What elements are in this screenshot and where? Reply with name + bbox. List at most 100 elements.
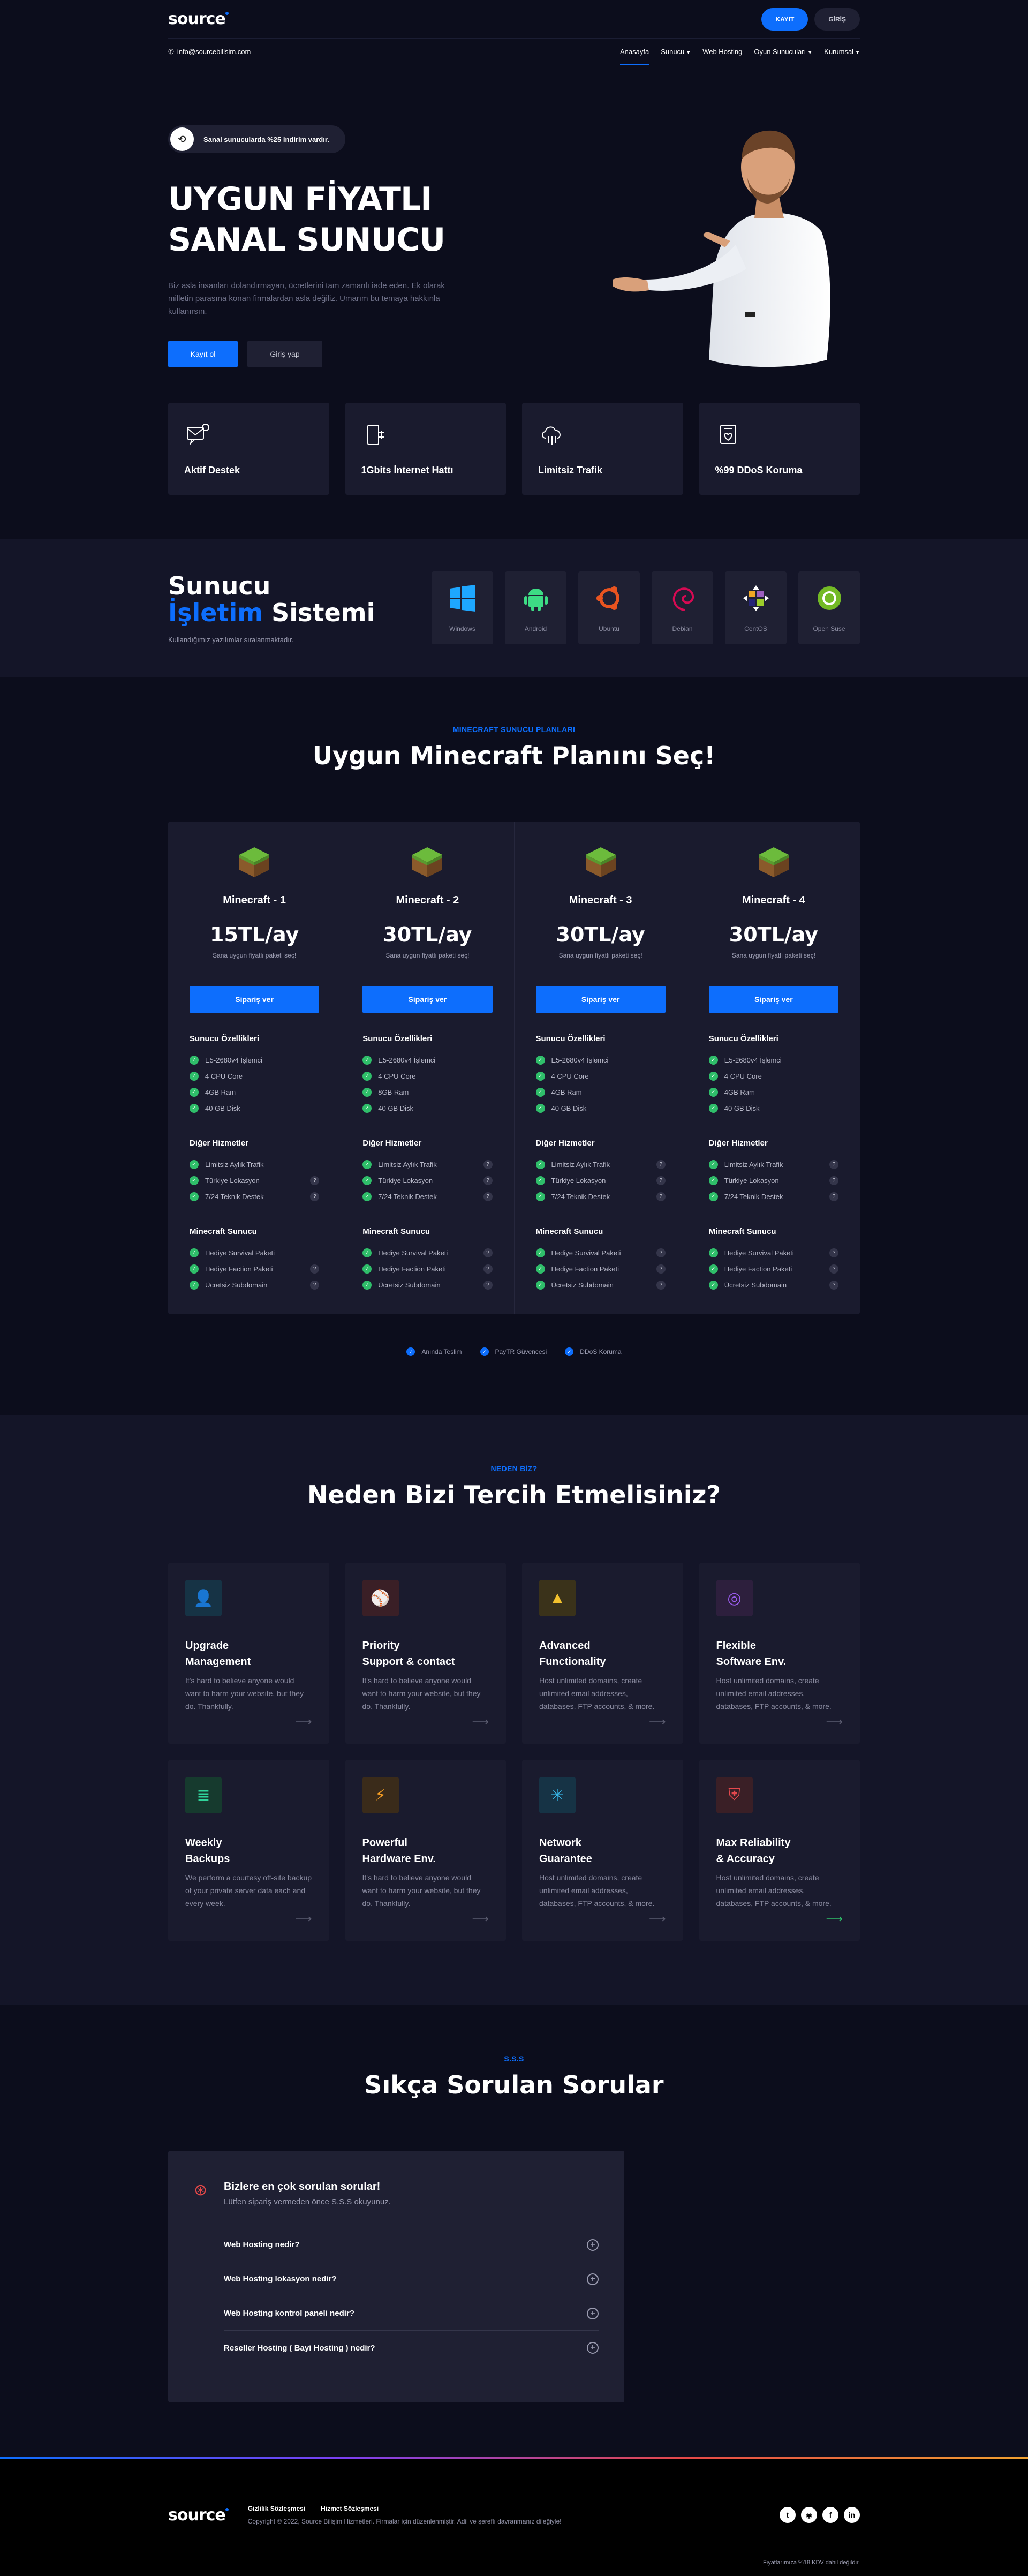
help-icon[interactable]: ? <box>483 1248 493 1257</box>
help-icon[interactable]: ? <box>829 1280 838 1290</box>
help-icon[interactable]: ? <box>829 1248 838 1257</box>
plan-subtitle: Sana uygun fiyatlı paketi seç! <box>386 952 470 959</box>
plan-feature: ✓ 4 CPU Core <box>535 1068 666 1084</box>
os-item-debian[interactable]: Debian <box>652 571 713 644</box>
plans-title: Uygun Minecraft Planını Seç! <box>312 741 716 770</box>
feature-card: 1Gbits İnternet Hattı <box>345 403 506 495</box>
plus-icon[interactable]: + <box>587 2342 599 2354</box>
nav-corporate[interactable]: Kurumsal ▼ <box>824 39 860 65</box>
why-card[interactable]: 👤 Upgrade Management It's hard to believe a… <box>168 1563 329 1744</box>
arrow-right-icon[interactable]: ⟶ <box>295 1715 312 1729</box>
linkedin-icon[interactable]: in <box>844 2507 860 2523</box>
help-icon[interactable]: ? <box>829 1192 838 1201</box>
arrow-right-icon[interactable]: ⟶ <box>826 1912 843 1926</box>
feature-label: Aktif Destek <box>184 465 240 476</box>
help-icon[interactable]: ? <box>483 1159 493 1169</box>
nav-game-servers[interactable]: Oyun Sunucuları ▼ <box>754 39 812 65</box>
why-card[interactable]: ⛨ Max Reliability & Accuracy Host unlimited… <box>699 1760 860 1941</box>
check-icon: ✓ <box>708 1280 718 1290</box>
arrow-right-icon[interactable]: ⟶ <box>649 1715 666 1729</box>
check-icon: ✓ <box>565 1347 574 1356</box>
nav-home[interactable]: Anasayfa <box>619 39 649 65</box>
os-item-centos[interactable]: CentOS <box>725 571 787 644</box>
order-button[interactable]: Sipariş ver <box>190 986 320 1013</box>
shield-heart-icon <box>715 421 743 449</box>
check-icon: ✓ <box>708 1055 718 1065</box>
why-card[interactable]: ▲ Advanced Functionality Host unlimited dom… <box>522 1563 683 1744</box>
faq-item[interactable]: Web Hosting nedir? + <box>224 2228 599 2262</box>
help-icon[interactable]: ? <box>483 1192 493 1201</box>
check-icon: ✓ <box>535 1192 545 1201</box>
arrow-right-icon[interactable]: ⟶ <box>472 1715 489 1729</box>
help-icon[interactable]: ? <box>310 1176 320 1185</box>
order-button[interactable]: Sipariş ver <box>535 986 666 1013</box>
arrow-right-icon[interactable]: ⟶ <box>472 1912 489 1926</box>
help-icon[interactable]: ? <box>656 1159 666 1169</box>
help-icon[interactable]: ? <box>310 1280 320 1290</box>
help-icon[interactable]: ? <box>483 1176 493 1185</box>
plus-icon[interactable]: + <box>587 2273 599 2285</box>
faq-item[interactable]: Web Hosting kontrol paneli nedir? + <box>224 2296 599 2331</box>
help-icon[interactable]: ? <box>829 1264 838 1274</box>
why-card[interactable]: ✳ Network Guarantee Host unlimited domains,… <box>522 1760 683 1941</box>
check-icon: ✓ <box>190 1055 199 1065</box>
os-item-windows[interactable]: Windows <box>432 571 493 644</box>
check-icon: ✓ <box>535 1264 545 1274</box>
plus-icon[interactable]: + <box>587 2307 599 2319</box>
plan-feature: ✓ 7/24 Teknik Destek? <box>708 1188 838 1204</box>
arrow-right-icon[interactable]: ⟶ <box>649 1912 666 1926</box>
help-icon[interactable]: ? <box>656 1248 666 1257</box>
plan-feature: ✓ Hediye Survival Paketi? <box>708 1245 838 1261</box>
dribbble-icon[interactable]: ◉ <box>801 2507 817 2523</box>
order-button[interactable]: Sipariş ver <box>708 986 838 1013</box>
signin-button[interactable]: Giriş yap <box>247 341 322 367</box>
promo-badge[interactable]: ⟲ Sanal sunucularda %25 indirim vardır. <box>168 125 345 153</box>
order-button[interactable]: Sipariş ver <box>362 986 493 1013</box>
check-icon: ✓ <box>535 1071 545 1081</box>
help-icon[interactable]: ? <box>656 1176 666 1185</box>
nav-server[interactable]: Sunucu ▼ <box>661 39 691 65</box>
contact-email[interactable]: ✆ info@sourcebilisim.com <box>168 48 251 56</box>
privacy-link[interactable]: Gizlilik Sözleşmesi <box>247 2505 314 2512</box>
help-icon[interactable]: ? <box>656 1264 666 1274</box>
why-card[interactable]: ≣ Weekly Backups We perform a courtesy off-… <box>168 1760 329 1941</box>
help-icon[interactable]: ? <box>310 1264 320 1274</box>
terms-link[interactable]: Hizmet Sözleşmesi <box>321 2505 379 2512</box>
faq-item[interactable]: Web Hosting lokasyon nedir? + <box>224 2262 599 2296</box>
help-icon[interactable]: ? <box>483 1264 493 1274</box>
nav-web-hosting[interactable]: Web Hosting <box>702 39 742 65</box>
help-icon[interactable]: ? <box>829 1159 838 1169</box>
os-label: Android <box>524 625 547 632</box>
plus-icon[interactable]: + <box>587 2239 599 2251</box>
help-icon[interactable]: ? <box>483 1280 493 1290</box>
twitter-icon[interactable]: t <box>780 2507 796 2523</box>
help-icon[interactable]: ? <box>656 1280 666 1290</box>
login-button[interactable]: GİRİŞ <box>814 7 860 31</box>
plan-guarantees: ✓ Anında Teslim ✓ PayTR Güvencesi ✓ DDoS Ko… <box>168 1347 860 1356</box>
check-icon: ✓ <box>535 1103 545 1113</box>
minecraft-block-icon <box>237 845 271 879</box>
help-icon[interactable]: ? <box>310 1192 320 1201</box>
facebook-icon[interactable]: f <box>822 2507 838 2523</box>
register-button[interactable]: KAYIT <box>761 7 808 31</box>
help-icon[interactable]: ? <box>829 1176 838 1185</box>
help-icon[interactable]: ? <box>656 1192 666 1201</box>
site-logo[interactable]: source <box>168 10 229 28</box>
why-card[interactable]: ◎ Flexible Software Env. Host unlimited dom… <box>699 1563 860 1744</box>
os-item-ubuntu[interactable]: Ubuntu <box>578 571 640 644</box>
os-label: Debian <box>672 625 693 632</box>
os-item-android[interactable]: Android <box>505 571 566 644</box>
footer-logo[interactable]: source <box>168 2506 229 2525</box>
why-card-title: Priority Support & contact <box>362 1640 455 1668</box>
feature-label: 1Gbits İnternet Hattı <box>361 465 453 476</box>
arrow-right-icon[interactable]: ⟶ <box>295 1912 312 1926</box>
faq-item[interactable]: Reseller Hosting ( Bayi Hosting ) nedir?… <box>224 2331 599 2365</box>
why-card[interactable]: ⚾ Priority Support & contact It's hard to b… <box>345 1563 506 1744</box>
signup-button[interactable]: Kayıt ol <box>168 341 238 367</box>
why-card[interactable]: ⚡ Powerful Hardware Env. It's hard to belie… <box>345 1760 506 1941</box>
arrow-right-icon[interactable]: ⟶ <box>826 1715 843 1729</box>
check-icon: ✓ <box>362 1103 372 1113</box>
why-card-desc: It's hard to believe anyone would want t… <box>362 1676 481 1711</box>
os-item-opensuse[interactable]: Open Suse <box>798 571 860 644</box>
plan-section-minecraft: Minecraft Sunucu <box>190 1227 257 1236</box>
